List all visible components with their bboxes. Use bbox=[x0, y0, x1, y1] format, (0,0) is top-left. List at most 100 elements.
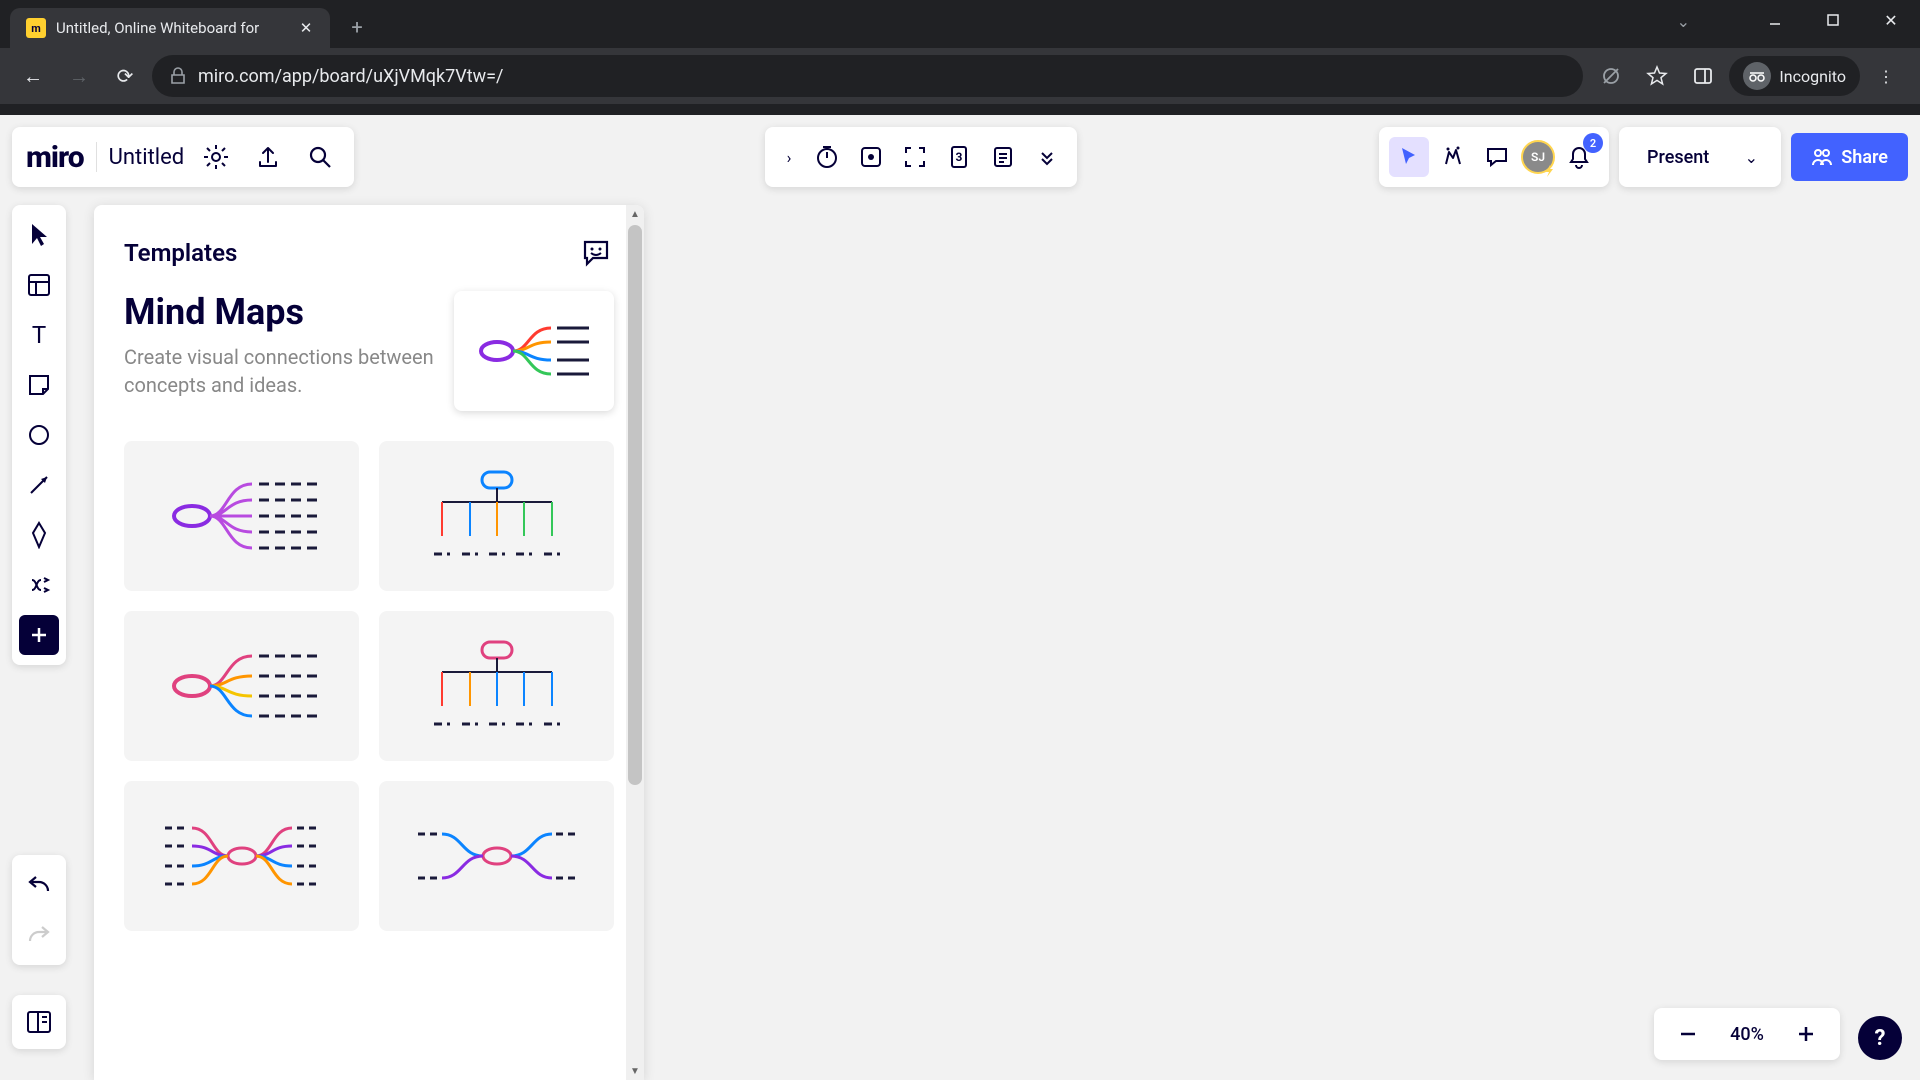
incognito-indicator[interactable]: Incognito bbox=[1729, 56, 1860, 96]
user-avatar[interactable]: SJ bbox=[1521, 140, 1555, 174]
template-thumb-1[interactable] bbox=[124, 441, 359, 591]
band-lavender bbox=[645, 245, 1365, 385]
forward-button[interactable]: → bbox=[60, 57, 98, 95]
add-tool-icon[interactable] bbox=[19, 615, 59, 655]
tab-bar: m Untitled, Online Whiteboard for ✕ + ⌄ … bbox=[0, 0, 1920, 48]
task-title: Finish task bbox=[894, 591, 1336, 619]
sticky-note-tool-icon[interactable] bbox=[19, 365, 59, 405]
bookmark-star-icon[interactable] bbox=[1637, 56, 1677, 96]
frame-1-label[interactable]: Frame 1 bbox=[748, 817, 828, 842]
focus-mode-icon[interactable] bbox=[895, 137, 935, 177]
more-apps-chevron-icon[interactable] bbox=[1027, 137, 1067, 177]
miro-favicon: m bbox=[26, 18, 46, 38]
undo-redo-panel bbox=[12, 855, 66, 965]
template-thumb-4[interactable] bbox=[379, 611, 614, 761]
pen-tool-icon[interactable] bbox=[19, 515, 59, 555]
tracking-off-icon[interactable] bbox=[1591, 56, 1631, 96]
new-tab-button[interactable]: + bbox=[340, 10, 374, 44]
svg-text:3: 3 bbox=[956, 150, 963, 164]
board-header-panel: miro Untitled bbox=[12, 127, 354, 187]
text-tool-icon[interactable]: T bbox=[19, 315, 59, 355]
scroll-up-arrow-icon[interactable]: ▲ bbox=[626, 205, 644, 223]
back-button[interactable]: ← bbox=[14, 57, 52, 95]
band-yellow bbox=[645, 385, 1365, 555]
reactions-icon[interactable] bbox=[1433, 137, 1473, 177]
export-upload-icon[interactable] bbox=[248, 137, 288, 177]
task-assignee-chip[interactable]: SJ Sarah Jonas bbox=[1042, 631, 1181, 667]
side-panel-icon[interactable] bbox=[1683, 56, 1723, 96]
browser-menu-icon[interactable]: ⋮ bbox=[1866, 56, 1906, 96]
miro-logo[interactable]: miro bbox=[26, 140, 84, 175]
template-description: Create visual connections between concep… bbox=[124, 343, 434, 399]
template-thumb-5[interactable] bbox=[124, 781, 359, 931]
templates-scrollbar-thumb[interactable] bbox=[628, 225, 642, 785]
settings-gear-icon[interactable] bbox=[196, 137, 236, 177]
task-card[interactable]: Finish task To do SJ Sarah Jonas bbox=[870, 571, 1360, 687]
task-description-chip[interactable] bbox=[894, 631, 934, 667]
final-actions-ellipse[interactable]: Final Actions bbox=[720, 425, 880, 535]
band-pink bbox=[645, 555, 1365, 725]
our-action-box[interactable]: Our action bbox=[680, 305, 800, 345]
templates-scrollbar-track[interactable]: ▲ ▼ bbox=[626, 205, 644, 1080]
sticky-note[interactable] bbox=[928, 893, 1018, 981]
feedback-smiley-icon[interactable] bbox=[578, 235, 614, 271]
url-field[interactable]: miro.com/app/board/uXjVMqk7Vtw=/ bbox=[152, 55, 1583, 97]
address-bar: ← → ⟳ miro.com/app/board/uXjVMqk7Vtw=/ bbox=[0, 48, 1920, 104]
reload-button[interactable]: ⟳ bbox=[106, 57, 144, 95]
zoom-panel: 40% bbox=[1654, 1008, 1840, 1060]
dashed-arrow bbox=[644, 475, 724, 485]
redo-icon[interactable] bbox=[19, 915, 59, 955]
pen-wedge-shape[interactable] bbox=[645, 545, 765, 685]
estimation-icon[interactable]: 3 bbox=[939, 137, 979, 177]
notifications-bell-icon[interactable]: 2 bbox=[1559, 137, 1599, 177]
templates-title: Templates bbox=[124, 239, 237, 267]
collaborator-cursor-icon bbox=[1628, 560, 1650, 582]
comments-icon[interactable] bbox=[1477, 137, 1517, 177]
browser-chrome: m Untitled, Online Whiteboard for ✕ + ⌄ … bbox=[0, 0, 1920, 115]
expand-toolbar-icon[interactable]: › bbox=[775, 148, 803, 167]
timer-icon[interactable] bbox=[807, 137, 847, 177]
zoom-value[interactable]: 40% bbox=[1722, 1024, 1772, 1045]
minimize-window-icon[interactable] bbox=[1746, 0, 1804, 40]
incognito-icon bbox=[1743, 62, 1771, 90]
more-tools-icon[interactable] bbox=[19, 565, 59, 605]
svg-text:T: T bbox=[32, 323, 46, 347]
hide-cursors-icon[interactable] bbox=[1389, 137, 1429, 177]
browser-tab[interactable]: m Untitled, Online Whiteboard for ✕ bbox=[10, 8, 330, 48]
template-grid bbox=[124, 441, 614, 931]
frame-1[interactable] bbox=[748, 845, 1328, 1025]
frames-panel-icon[interactable] bbox=[12, 995, 66, 1049]
miro-app: Our action Final Actions Finish task To … bbox=[0, 115, 1920, 1080]
avatar-bolt-icon bbox=[1543, 164, 1557, 178]
tab-list-chevron-icon[interactable]: ⌄ bbox=[1677, 12, 1690, 31]
zoom-out-icon[interactable] bbox=[1668, 1014, 1708, 1054]
line-arrow-tool-icon[interactable] bbox=[19, 465, 59, 505]
zoom-in-icon[interactable] bbox=[1786, 1014, 1826, 1054]
template-thumb-6[interactable] bbox=[379, 781, 614, 931]
maximize-window-icon[interactable] bbox=[1804, 0, 1862, 40]
voting-icon[interactable] bbox=[851, 137, 891, 177]
template-thumb-2[interactable] bbox=[379, 441, 614, 591]
undo-icon[interactable] bbox=[19, 865, 59, 905]
search-icon[interactable] bbox=[300, 137, 340, 177]
board-name[interactable]: Untitled bbox=[109, 145, 185, 170]
select-tool-icon[interactable] bbox=[19, 215, 59, 255]
close-tab-icon[interactable]: ✕ bbox=[298, 20, 314, 36]
task-status-chip[interactable]: To do bbox=[944, 631, 1032, 667]
status-todo-icon bbox=[955, 640, 973, 658]
close-window-icon[interactable]: ✕ bbox=[1862, 0, 1920, 40]
shape-tool-icon[interactable] bbox=[19, 415, 59, 455]
help-button[interactable]: ? bbox=[1858, 1016, 1902, 1060]
template-category: Mind Maps bbox=[124, 291, 434, 333]
present-button[interactable]: Present bbox=[1629, 135, 1727, 179]
tab-title: Untitled, Online Whiteboard for bbox=[56, 19, 288, 37]
share-button[interactable]: Share bbox=[1791, 133, 1908, 181]
templates-tool-icon[interactable] bbox=[19, 265, 59, 305]
present-dropdown-icon[interactable]: ⌄ bbox=[1731, 137, 1771, 177]
template-hero-thumb[interactable] bbox=[454, 291, 614, 411]
scroll-down-arrow-icon[interactable]: ▼ bbox=[626, 1062, 644, 1080]
notes-icon[interactable] bbox=[983, 137, 1023, 177]
window-controls: ✕ bbox=[1746, 0, 1920, 40]
center-toolbar: › 3 bbox=[765, 127, 1077, 187]
template-thumb-3[interactable] bbox=[124, 611, 359, 761]
